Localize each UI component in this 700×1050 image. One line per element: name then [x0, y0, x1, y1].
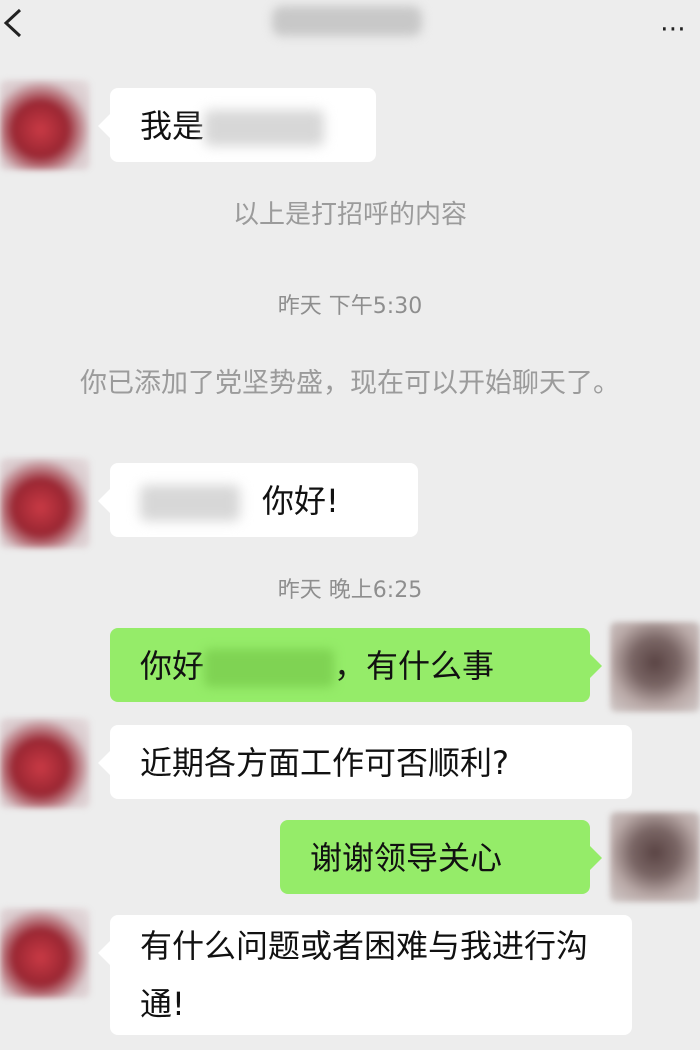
outgoing-message[interactable]: 你好 ，有什么事 [110, 628, 602, 702]
message-text: 有什么问题或者困难与我进行沟通! [140, 927, 589, 1023]
user-avatar[interactable] [610, 812, 700, 902]
message-text: 我是 [140, 107, 205, 145]
redacted-text [204, 110, 325, 146]
incoming-message[interactable]: 有什么问题或者困难与我进行沟通! [98, 915, 632, 1035]
chat-header: ⋯ [0, 0, 700, 62]
chat-title [272, 6, 422, 36]
message-text: 你好! [262, 482, 339, 520]
message-text: 谢谢领导关心 [310, 839, 503, 877]
message-text: ，有什么事 [334, 647, 495, 685]
system-message: 你已添加了党坚势盛，现在可以开始聊天了。 [80, 368, 620, 399]
timestamp: 昨天 晚上6:25 [277, 578, 423, 603]
incoming-message[interactable]: 我是 [98, 88, 376, 162]
message-text: 你好 [140, 647, 205, 685]
user-avatar[interactable] [610, 622, 700, 712]
more-options-button[interactable]: ⋯ [660, 16, 688, 42]
redacted-text [204, 649, 335, 687]
system-message: 以上是打招呼的内容 [232, 200, 467, 230]
incoming-message[interactable]: 你好! [98, 463, 418, 537]
contact-avatar[interactable] [0, 80, 90, 170]
back-button[interactable] [0, 6, 30, 40]
redacted-text [140, 485, 240, 521]
contact-avatar[interactable] [0, 458, 90, 548]
chevron-left-icon [3, 8, 22, 38]
outgoing-message[interactable]: 谢谢领导关心 [280, 820, 602, 894]
message-text: 近期各方面工作可否顺利? [140, 744, 509, 782]
timestamp: 昨天 下午5:30 [277, 294, 423, 319]
contact-avatar[interactable] [0, 718, 90, 808]
incoming-message[interactable]: 近期各方面工作可否顺利? [98, 725, 632, 799]
contact-avatar[interactable] [0, 908, 90, 998]
